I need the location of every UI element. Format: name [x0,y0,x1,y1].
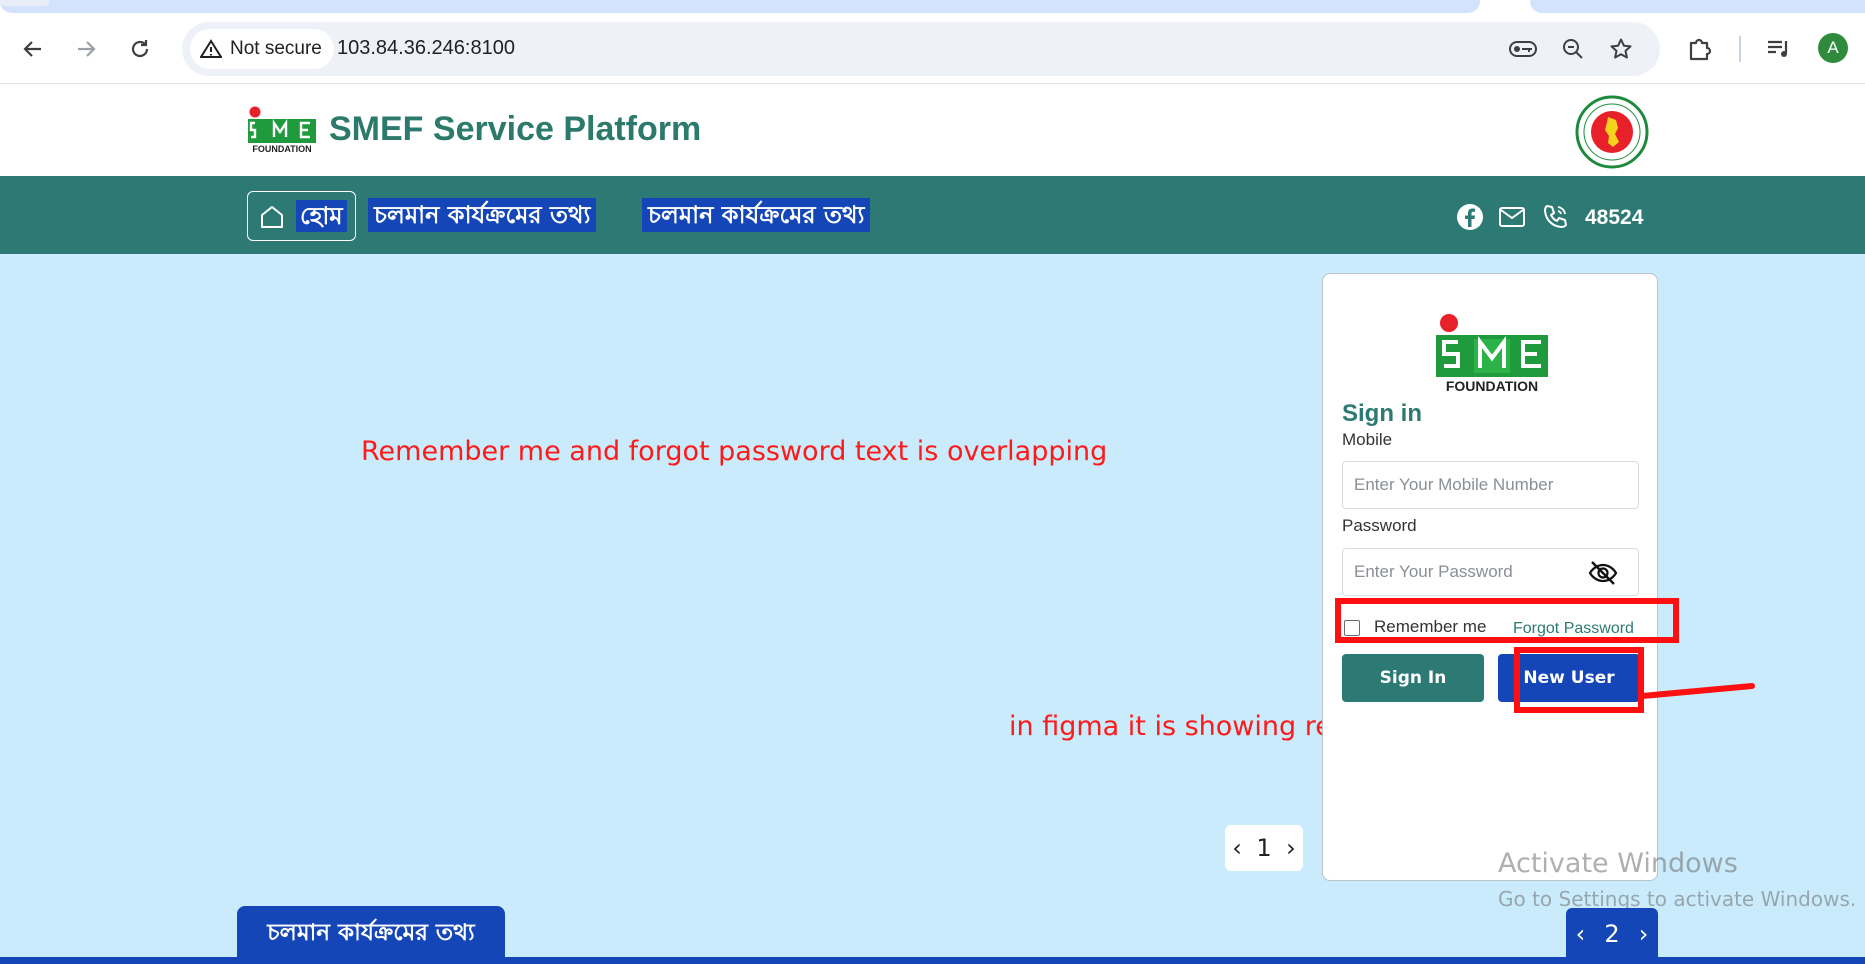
forward-button[interactable] [69,32,103,66]
email-link[interactable] [1497,202,1527,232]
nav-home[interactable]: হোম [247,191,356,241]
star-icon [1610,38,1632,59]
facebook-link[interactable] [1455,202,1485,232]
annotation-box-new-user [1514,647,1644,713]
facebook-icon [1457,204,1483,230]
browser-toolbar: Not secure 103.84.36.246:8100 A [0,14,1865,84]
pager-bottom-next-icon[interactable]: › [1639,920,1649,948]
zoom-out-icon [1563,39,1583,59]
mail-icon [1499,207,1525,227]
nav-item-ongoing-activities[interactable]: চলমান কার্যক্রমের তথ্য [368,198,597,232]
pager-next-icon[interactable]: › [1286,834,1296,862]
url-text[interactable]: 103.84.36.246:8100 [337,37,515,60]
back-button[interactable] [16,32,50,66]
pager-page-number[interactable]: 1 [1256,834,1271,862]
phone-number: 48524 [1585,206,1644,229]
mobile-label: Mobile [1342,430,1393,449]
site-title[interactable]: SMEF Service Platform [329,110,701,149]
browser-tab-edge [0,0,50,6]
government-seal-icon [1575,95,1649,169]
pager-prev-icon[interactable]: ‹ [1232,834,1242,862]
nav-item-ongoing-activities-2[interactable]: চলমান কার্যক্রমের তথ্য [642,198,871,232]
annotation-arrow-line [1640,683,1755,699]
pager-bottom-prev-icon[interactable]: ‹ [1576,920,1586,948]
extensions-button[interactable] [1683,32,1717,66]
reload-icon [131,40,149,58]
puzzle-icon [1689,38,1712,61]
site-header: FOUNDATION SMEF Service Platform [0,84,1865,176]
playlist-icon [1768,40,1788,57]
signin-title: Sign in [1342,400,1422,427]
media-button[interactable] [1762,32,1796,66]
smef-logo[interactable]: FOUNDATION [246,104,318,154]
main-navbar: হোম চলমান কার্যক্রমের তথ্য চলমান কার্যক্… [0,176,1865,254]
security-label: Not secure [230,38,322,59]
mobile-input[interactable] [1343,462,1638,508]
zoom-button[interactable] [1558,34,1588,64]
warning-icon [200,39,222,58]
mobile-field[interactable] [1342,461,1639,509]
annotation-overlap-note: Remember me and forgot password text is … [361,436,1108,467]
browser-tab-strip [0,0,1865,14]
pager-bottom: ‹ 2 › [1566,908,1658,960]
browser-tab-inactive[interactable] [1530,0,1865,13]
back-arrow-icon [23,41,41,57]
windows-watermark-title: Activate Windows [1498,848,1738,879]
card-logo-text: FOUNDATION [1446,378,1538,393]
reload-button[interactable] [123,32,157,66]
smef-logo-text: FOUNDATION [252,144,311,154]
profile-avatar[interactable]: A [1818,33,1848,63]
address-bar[interactable]: Not secure 103.84.36.246:8100 [182,22,1660,76]
bottom-section-tab[interactable]: চলমান কার্যক্রমের তথ্য [237,906,505,960]
pager-bottom-page-number[interactable]: 2 [1604,920,1619,948]
login-card: FOUNDATION Sign in Mobile Password Remem… [1322,273,1658,881]
toolbar-separator [1739,36,1741,62]
password-label: Password [1342,516,1417,535]
password-key-button[interactable] [1508,34,1538,64]
phone-icon [1544,205,1567,228]
home-icon [261,206,283,228]
security-chip[interactable]: Not secure [190,29,334,69]
annotation-box-remember [1335,598,1679,643]
signin-button[interactable]: Sign In [1342,654,1484,702]
forward-arrow-icon [78,41,96,57]
phone-link[interactable] [1540,202,1570,232]
smef-foundation-logo: FOUNDATION [1436,314,1548,393]
nav-home-label: হোম [296,200,347,232]
eye-slash-icon[interactable] [1588,559,1618,587]
password-field[interactable] [1342,548,1639,596]
browser-tab-active[interactable] [0,0,1480,13]
key-icon [1509,41,1537,57]
windows-watermark-subtitle: Go to Settings to activate Windows. [1498,887,1857,911]
bookmark-button[interactable] [1606,34,1636,64]
pager-small: ‹ 1 › [1225,825,1303,871]
